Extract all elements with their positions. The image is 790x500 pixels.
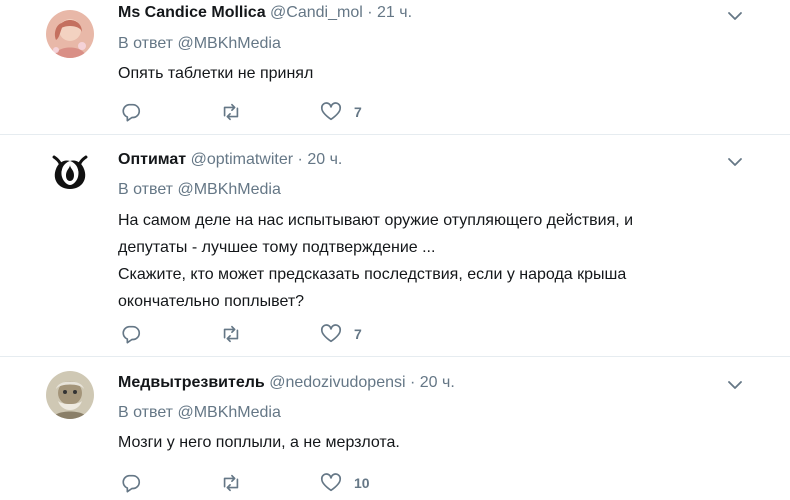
tweet[interactable]: Ms Candice Mollica @Candi_mol · 21 ч. В … xyxy=(0,0,790,134)
separator: · xyxy=(367,4,373,21)
reply-icon xyxy=(122,325,141,344)
reply-prefix: В ответ xyxy=(118,35,174,52)
tweet-text-line: депутаты - лучшее тому подтверждение ... xyxy=(118,239,436,256)
tweet[interactable]: Медвытрезвитель @nedozivudopensi · 20 ч.… xyxy=(0,357,790,500)
heart-icon xyxy=(321,324,341,343)
like-button[interactable]: 7 xyxy=(320,100,362,124)
display-name[interactable]: Ms Candice Mollica xyxy=(118,4,266,21)
tweet-text: Мозги у него поплыли, а не мерзлота. xyxy=(118,429,718,456)
chevron-down-icon[interactable] xyxy=(726,153,744,171)
user-handle[interactable]: @nedozivudopensi xyxy=(269,374,405,391)
tweet-text: Опять таблетки не принял xyxy=(118,60,718,87)
tweet-text: На самом деле на нас испытывают оружие о… xyxy=(118,207,718,315)
like-button[interactable]: 10 xyxy=(320,471,370,495)
tweet[interactable]: Оптимат @optimatwiter · 20 ч. В ответ @M… xyxy=(0,135,790,356)
tweet-header: Медвытрезвитель @nedozivudopensi · 20 ч. xyxy=(118,373,455,393)
heart-icon xyxy=(321,473,341,492)
tweet-header: Оптимат @optimatwiter · 20 ч. xyxy=(118,150,342,170)
tweet-text-line: Опять таблетки не принял xyxy=(118,65,314,82)
reply-to: В ответ @MBKhMedia xyxy=(118,34,281,54)
reply-button[interactable] xyxy=(120,471,142,495)
avatar[interactable] xyxy=(46,371,94,419)
avatar-image xyxy=(46,10,94,58)
retweet-icon xyxy=(223,103,239,121)
retweet-icon xyxy=(223,474,239,492)
separator: · xyxy=(410,374,416,391)
user-handle[interactable]: @Candi_mol xyxy=(270,4,363,21)
tweet-header: Ms Candice Mollica @Candi_mol · 21 ч. xyxy=(118,3,412,23)
timestamp[interactable]: 21 ч. xyxy=(377,4,412,21)
avatar-image xyxy=(46,371,94,419)
retweet-icon xyxy=(223,325,239,343)
tweet-text-line: окончательно поплывет? xyxy=(118,293,305,310)
separator: · xyxy=(297,151,303,168)
reply-button[interactable] xyxy=(120,322,142,346)
tweet-text-line: Мозги у него поплыли, а не мерзлота. xyxy=(118,434,400,451)
user-handle[interactable]: @optimatwiter xyxy=(191,151,294,168)
reply-to: В ответ @MBKhMedia xyxy=(118,180,281,200)
chevron-down-icon[interactable] xyxy=(726,376,744,394)
tweet-text-line: На самом деле на нас испытывают оружие о… xyxy=(118,212,634,229)
avatar[interactable] xyxy=(46,10,94,58)
like-count: 7 xyxy=(354,326,362,342)
reply-icon xyxy=(122,103,141,122)
retweet-button[interactable] xyxy=(220,471,242,495)
reply-prefix: В ответ xyxy=(118,404,174,421)
like-count: 7 xyxy=(354,104,362,120)
display-name[interactable]: Медвытрезвитель xyxy=(118,374,265,391)
reply-mention[interactable]: @MBKhMedia xyxy=(177,404,280,421)
retweet-button[interactable] xyxy=(220,322,242,346)
reply-prefix: В ответ xyxy=(118,181,174,198)
avatar-image xyxy=(46,149,94,197)
display-name[interactable]: Оптимат xyxy=(118,151,186,168)
like-button[interactable]: 7 xyxy=(320,322,362,346)
reply-icon xyxy=(122,474,141,493)
reply-mention[interactable]: @MBKhMedia xyxy=(177,181,280,198)
reply-mention[interactable]: @MBKhMedia xyxy=(177,35,280,52)
retweet-button[interactable] xyxy=(220,100,242,124)
timestamp[interactable]: 20 ч. xyxy=(420,374,455,391)
tweet-text-line: Скажите, кто может предсказать последств… xyxy=(118,266,627,283)
reply-button[interactable] xyxy=(120,100,142,124)
like-count: 10 xyxy=(354,475,370,491)
timestamp[interactable]: 20 ч. xyxy=(307,151,342,168)
chevron-down-icon[interactable] xyxy=(726,7,744,25)
heart-icon xyxy=(321,102,341,121)
reply-to: В ответ @MBKhMedia xyxy=(118,403,281,423)
avatar[interactable] xyxy=(46,149,94,197)
